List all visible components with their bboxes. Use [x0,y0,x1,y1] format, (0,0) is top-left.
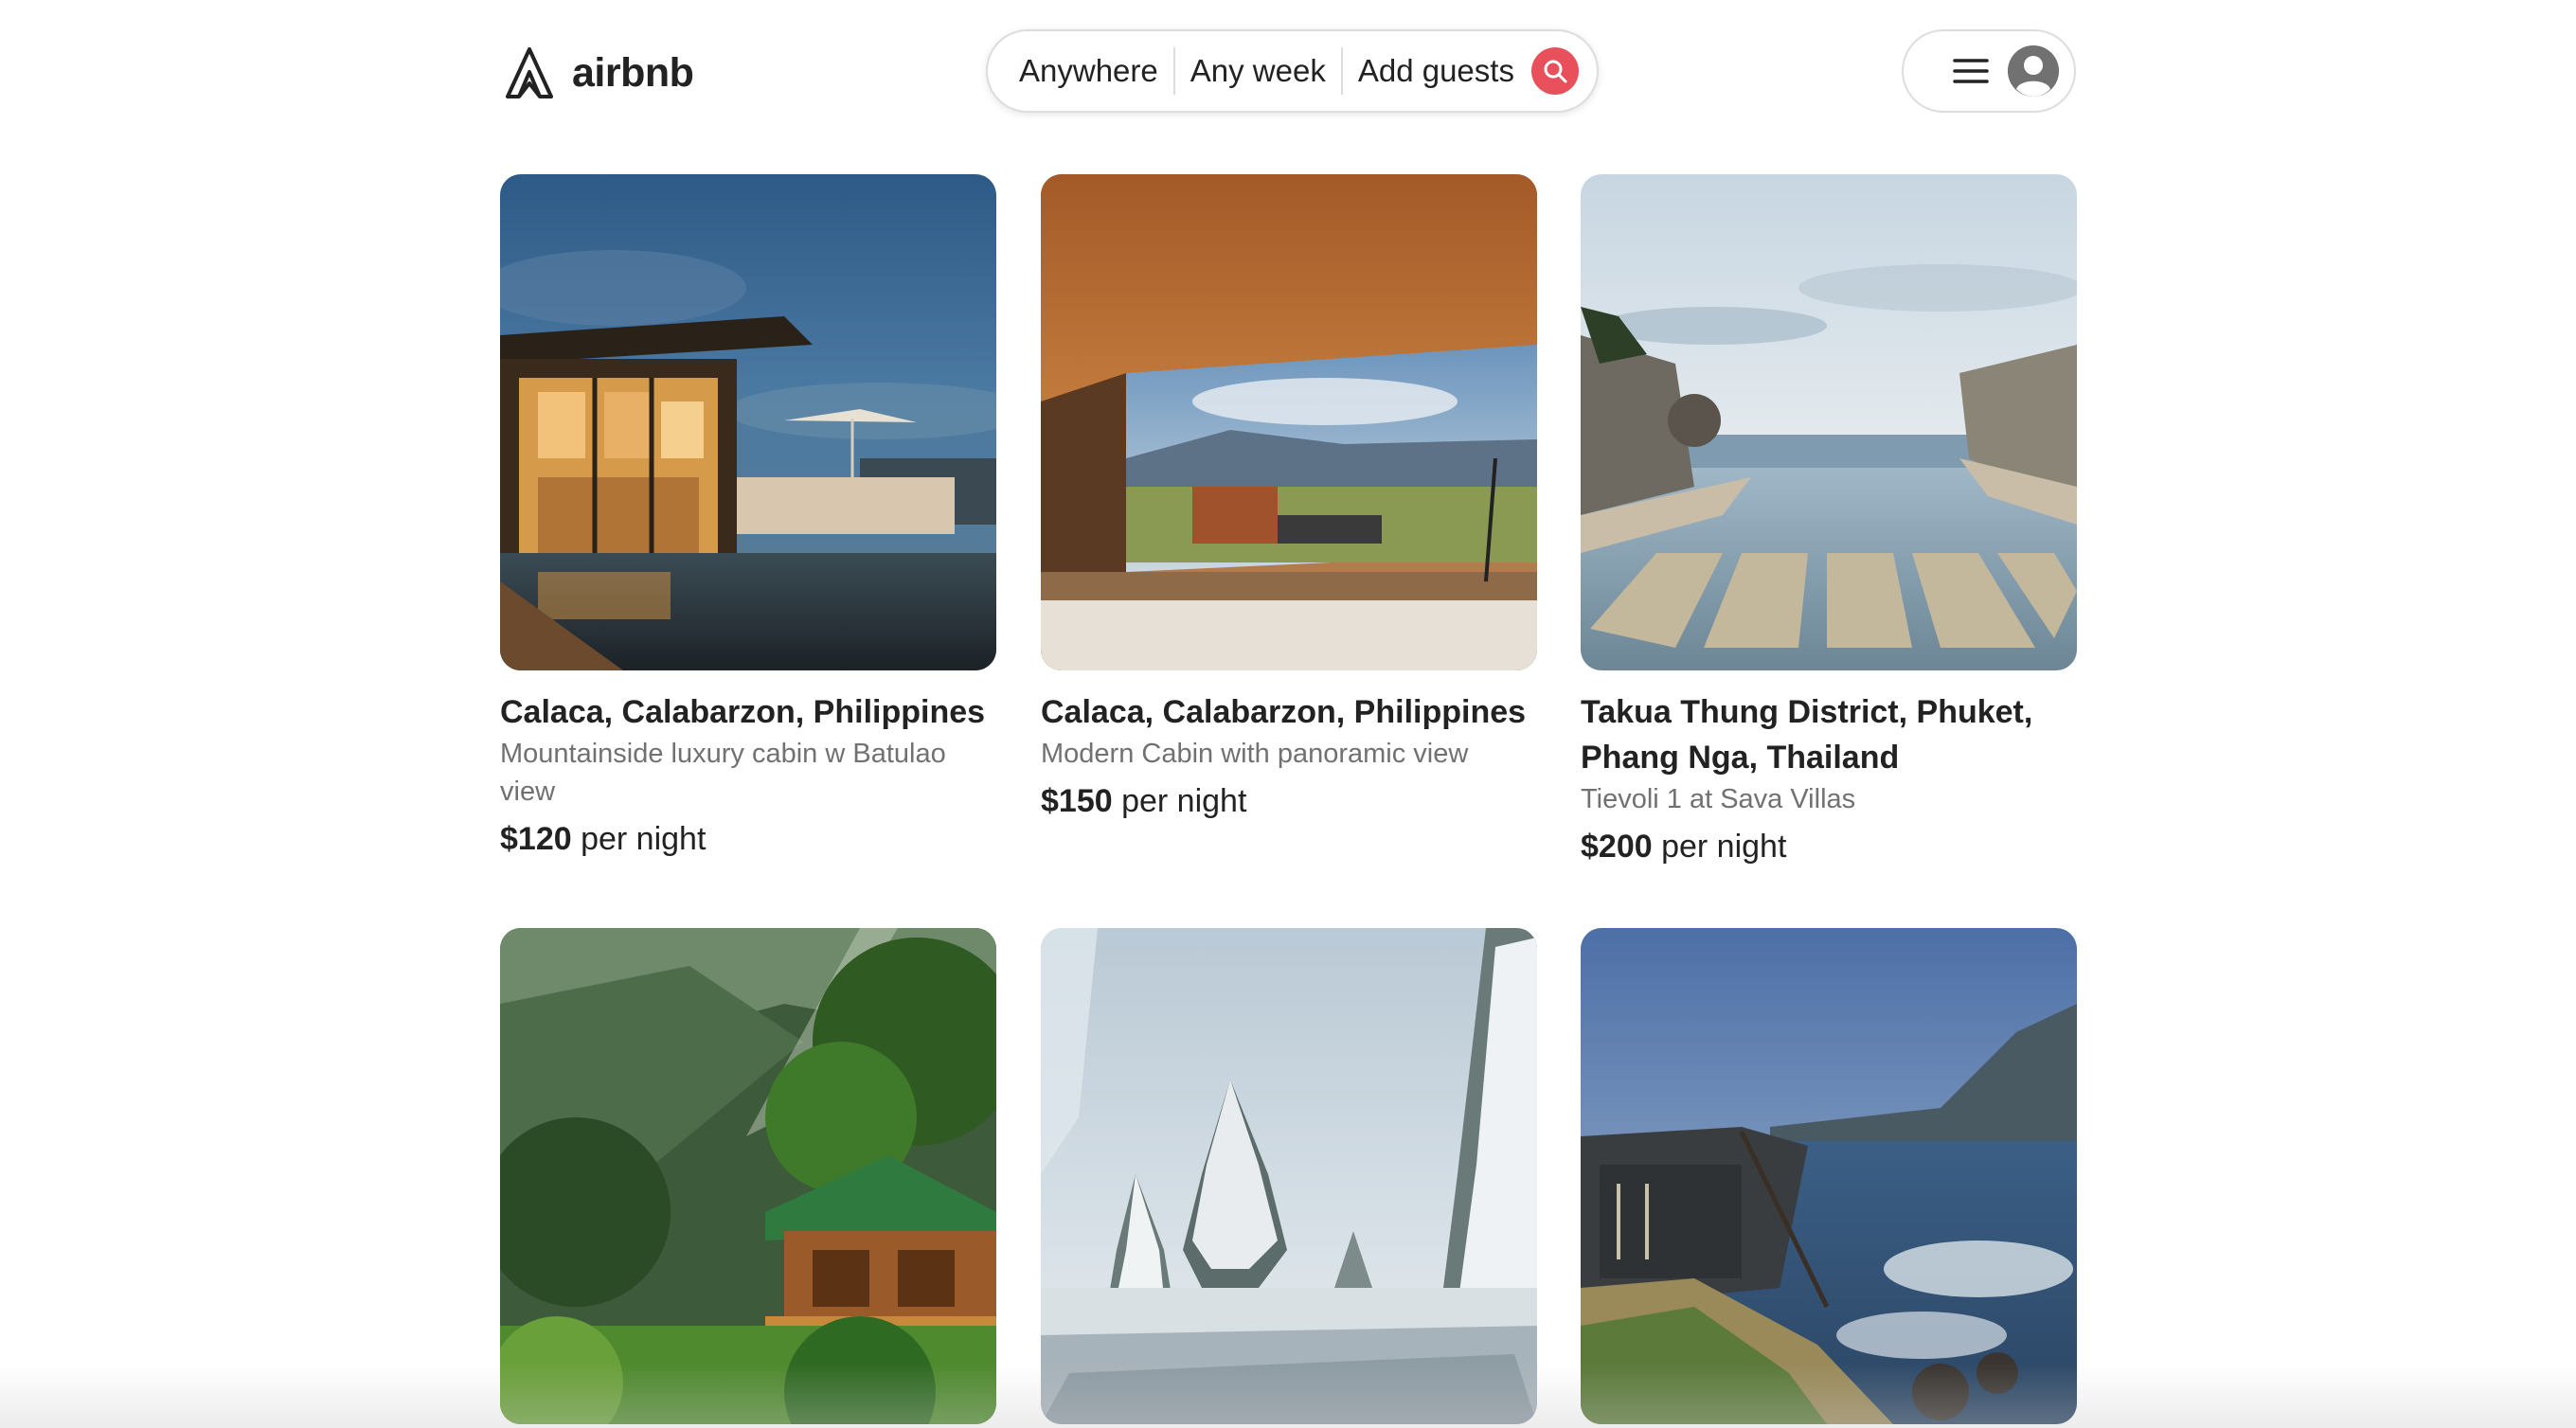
listing-title: Modern Cabin with panoramic view [1041,739,1469,769]
listing-price: $120 per night [500,816,996,862]
listing-location: Calaca, Calabarzon, Philippines [500,694,986,730]
search-icon [1542,58,1568,84]
logo-text: airbnb [572,49,694,96]
listing-photo-infinity-pool[interactable] [1581,174,2077,670]
search-guests-button[interactable]: Add guests [1343,48,1530,94]
listing-location: Takua Thung District, Phuket, Phang Nga,… [1581,694,2033,776]
search-button[interactable] [1530,47,1579,95]
listing-price-unit: per night [1661,829,1787,865]
listing-price-unit: per night [1121,783,1247,819]
listing-title: Tievoli 1 at Sava Villas [1581,784,1856,814]
listing-price-amount: $150 [1041,783,1113,819]
listing-price-unit: per night [581,821,707,857]
listing-location: Calaca, Calabarzon, Philippines [1041,694,1527,730]
search-bar[interactable]: Anywhere Any week Add guests [986,29,1599,113]
listing-card[interactable]: Calaca, Calabarzon, Philippines Mountain… [500,174,996,862]
listing-photo-coastal-cabin[interactable] [1581,928,2077,1424]
listing-card[interactable]: Calaca, Calabarzon, Philippines Modern C… [1041,174,1537,824]
listing-price: $150 per night [1041,778,1537,824]
hamburger-menu-icon [1953,57,1989,85]
user-avatar-icon [2008,45,2059,97]
listing-photo-bedroom-view[interactable] [1041,174,1537,670]
listing-price-amount: $120 [500,821,572,857]
listing-photo-snowy-forest[interactable] [1041,928,1537,1424]
airbnb-logo-icon [502,45,557,100]
listing-card[interactable] [500,928,996,1424]
search-week-button[interactable]: Any week [1175,48,1341,94]
top-navbar: airbnb Anywhere Any week Add guests [0,0,2576,142]
airbnb-logo[interactable]: airbnb [502,42,694,104]
listing-photo-treehouse[interactable] [500,928,996,1424]
user-menu-button[interactable] [1902,29,2076,113]
listing-photo-villa-pool[interactable] [500,174,996,670]
listing-card[interactable] [1041,928,1537,1424]
listing-card[interactable]: Takua Thung District, Phuket, Phang Nga,… [1581,174,2077,869]
search-location-button[interactable]: Anywhere [988,48,1173,94]
listing-price: $200 per night [1581,824,2077,869]
listing-title: Mountainside luxury cabin w Batulao view [500,739,946,807]
listing-card[interactable] [1581,928,2077,1424]
listing-price-amount: $200 [1581,829,1653,865]
